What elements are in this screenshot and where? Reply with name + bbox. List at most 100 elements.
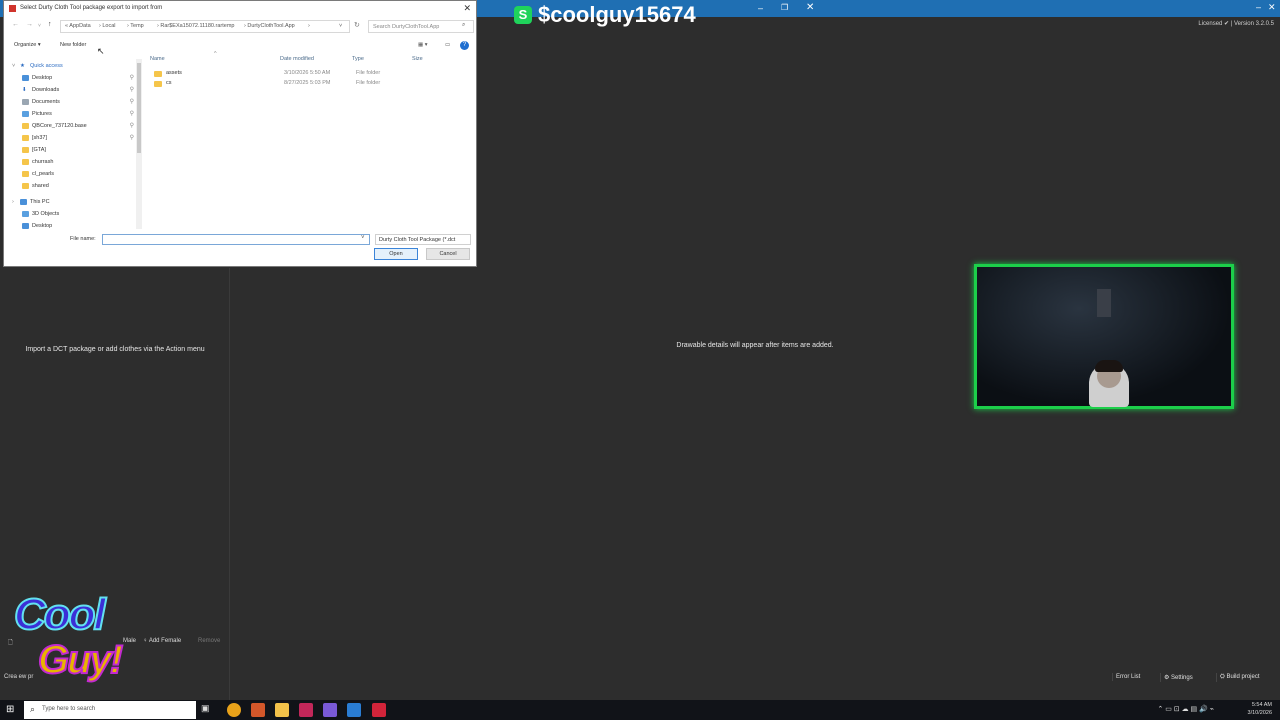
nav-item-label: 3D Objects: [32, 211, 60, 217]
pin-icon: ⚲: [129, 135, 134, 141]
desktop-icon: [22, 223, 29, 229]
app-icon: [9, 5, 16, 12]
help-icon[interactable]: ?: [460, 41, 469, 50]
breadcrumb-item[interactable]: › DurtyClothTool.App: [244, 23, 295, 29]
windows-start-icon[interactable]: ⊞: [6, 704, 14, 715]
restore-icon[interactable]: ❐: [781, 3, 788, 12]
nav-scrollbar[interactable]: [136, 59, 142, 229]
address-bar[interactable]: « AppData › Local › Temp › Rar$EXa15072.…: [60, 20, 350, 33]
folder-icon: [154, 81, 162, 87]
refresh-icon[interactable]: ↻: [354, 21, 360, 29]
webcam-overlay: [974, 264, 1234, 409]
minimize-icon[interactable]: –: [1256, 2, 1261, 12]
close-icon[interactable]: ✕: [1268, 2, 1276, 13]
task-view-icon[interactable]: ▣: [201, 703, 215, 717]
nav-3d-objects[interactable]: 3D Objects: [20, 210, 138, 220]
new-folder-button[interactable]: New folder: [60, 42, 86, 48]
app-icon[interactable]: [251, 703, 265, 717]
nav-item-label: Quick access: [30, 63, 63, 69]
close-icon[interactable]: ✕: [806, 2, 814, 13]
file-explorer-icon[interactable]: [275, 703, 289, 717]
nav-item-label: [sh37]: [32, 135, 47, 141]
file-type-select[interactable]: Durty Cloth Tool Package (*.dct: [375, 234, 471, 245]
back-icon[interactable]: ←: [12, 21, 19, 28]
build-project-button[interactable]: ⛭ Build project: [1216, 673, 1263, 682]
clock[interactable]: 5:54 AM 3/10/2026: [1248, 701, 1272, 717]
error-list-button[interactable]: Error List: [1112, 673, 1143, 681]
add-female-button[interactable]: ♀ Add Female: [143, 638, 181, 644]
logo-line-2: Guy!: [37, 637, 124, 683]
vscode-icon[interactable]: [347, 703, 361, 717]
column-name[interactable]: Name: [150, 56, 165, 62]
folder-icon: [22, 123, 29, 129]
nav-item-label: Downloads: [32, 87, 60, 93]
nav-item-label: Pictures: [32, 111, 52, 117]
file-date: 8/27/2025 5:03 PM: [284, 80, 331, 86]
app-icon[interactable]: [299, 703, 313, 717]
breadcrumb-item[interactable]: ›: [308, 23, 310, 29]
search-input[interactable]: Search DurtyClothTool.App: [368, 20, 474, 33]
nav-folder[interactable]: churrash: [20, 158, 138, 168]
nav-item-label: QBCore_737120.base: [32, 123, 87, 129]
taskbar-search-placeholder: Type here to search: [42, 706, 96, 712]
bottom-toolbar: Error List ⚙ Settings ⛭ Build project: [1094, 672, 1274, 684]
remove-button[interactable]: Remove: [198, 638, 220, 644]
file-name-input[interactable]: [102, 234, 370, 245]
nav-folder[interactable]: shared: [20, 182, 138, 192]
settings-button[interactable]: ⚙ Settings: [1160, 673, 1196, 682]
license-status: Licensed ✔ | Version 3.2.0.5: [1198, 21, 1274, 27]
nav-item-label: Desktop: [32, 223, 53, 229]
nav-documents[interactable]: Documents ⚲: [20, 98, 138, 108]
preview-pane-icon[interactable]: ▭: [445, 42, 450, 48]
breadcrumb-item[interactable]: › Rar$EXa15072.11180.rartemp: [157, 23, 234, 29]
nav-pictures[interactable]: Pictures ⚲: [20, 110, 138, 120]
chrome-icon[interactable]: [227, 703, 241, 717]
clothes-empty-message: Import a DCT package or add clothes via …: [25, 346, 205, 353]
nav-item-label: [GTA]: [32, 147, 46, 153]
cancel-button[interactable]: Cancel: [426, 248, 470, 260]
up-icon[interactable]: ↑: [48, 21, 52, 28]
nav-quick-access[interactable]: ˅ ★ Quick access: [12, 62, 130, 72]
pin-icon: ⚲: [129, 87, 134, 93]
chevron-down-icon[interactable]: ˅: [361, 235, 365, 241]
file-name: assets: [166, 70, 182, 76]
close-icon[interactable]: ✕: [463, 3, 471, 14]
breadcrumb-item[interactable]: › Local: [99, 23, 116, 29]
nav-item-label: shared: [32, 183, 49, 189]
file-date: 3/10/2026 5:50 AM: [284, 70, 331, 76]
nav-folder[interactable]: cl_pearls: [20, 170, 138, 180]
system-tray-icons[interactable]: ⌃ ▭ ⊡ ☁ ▤ 🔊 ⌁: [1157, 705, 1214, 713]
minimize-icon[interactable]: –: [758, 3, 763, 13]
taskbar-search-input[interactable]: ⌕ Type here to search: [24, 701, 196, 719]
file-row[interactable]: cs 8/27/2025 5:03 PM File folder: [152, 79, 472, 89]
nav-folder[interactable]: QBCore_737120.base ⚲: [20, 122, 138, 132]
app-icon[interactable]: [323, 703, 337, 717]
forward-icon[interactable]: →: [26, 21, 33, 28]
organize-button[interactable]: Organize ▾: [14, 42, 41, 48]
chevron-down-icon[interactable]: ˅: [339, 23, 342, 29]
column-date-modified[interactable]: Date modified: [280, 56, 314, 62]
nav-this-pc[interactable]: › This PC: [12, 198, 130, 208]
view-options-icon[interactable]: ▦ ▾: [418, 42, 428, 48]
column-type[interactable]: Type: [352, 56, 364, 62]
nav-downloads[interactable]: ⬇ Downloads ⚲: [20, 86, 138, 96]
file-list: Name ^ Date modified Type Size assets 3/…: [144, 51, 474, 231]
breadcrumb-item[interactable]: « AppData: [65, 23, 91, 29]
file-row[interactable]: assets 3/10/2026 5:50 AM File folder: [152, 69, 472, 79]
column-size[interactable]: Size: [412, 56, 423, 62]
open-button[interactable]: Open: [374, 248, 418, 260]
breadcrumb-item[interactable]: › Temp: [127, 23, 144, 29]
cube-icon: [22, 211, 29, 217]
file-name: cs: [166, 80, 172, 86]
durty-cloth-tool-icon[interactable]: [372, 703, 386, 717]
cashapp-handle: $coolguy15674: [538, 2, 696, 27]
cool-guy-logo: Cool Guy!: [12, 589, 130, 702]
chevron-down-icon[interactable]: ˅: [38, 23, 41, 29]
nav-desktop[interactable]: Desktop: [20, 222, 138, 231]
nav-item-label: Documents: [32, 99, 60, 105]
nav-desktop[interactable]: Desktop ⚲: [20, 74, 138, 84]
nav-folder[interactable]: [GTA]: [20, 146, 138, 156]
nav-folder[interactable]: [sh37] ⚲: [20, 134, 138, 144]
search-icon: ⌕: [30, 704, 36, 714]
scroll-thumb[interactable]: [137, 63, 141, 153]
